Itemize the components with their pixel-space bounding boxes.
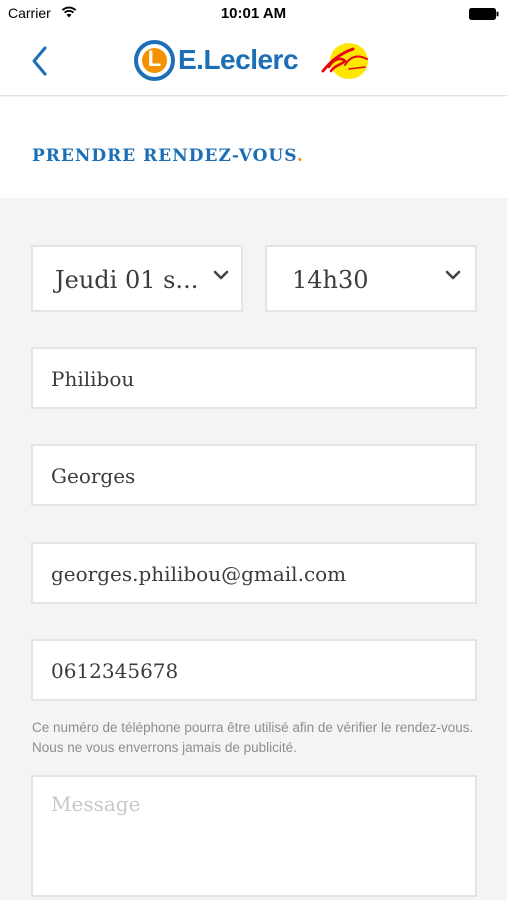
time-select-value: 14h30 [292,266,369,294]
last-name-value: Philibou [51,367,135,391]
logo-emblem: L [134,40,175,81]
time-select[interactable]: 14h30 [265,245,477,312]
page-header: PRENDRE RENDEZ-VOUS. [0,97,507,198]
page-title: PRENDRE RENDEZ-VOUS. [32,146,304,166]
chevron-down-icon [213,270,229,280]
last-name-field[interactable]: Philibou [31,347,477,409]
chevron-down-icon [445,270,461,280]
first-name-value: Georges [51,464,136,488]
phone-field[interactable]: 0612345678 [31,639,477,701]
email-value: georges.philibou@gmail.com [51,562,347,586]
chevron-left-icon [32,46,47,76]
message-placeholder: Message [51,792,141,816]
phone-value: 0612345678 [51,659,179,683]
message-field[interactable]: Message [31,775,477,897]
date-select-value: Jeudi 01 s... [55,266,199,294]
logo-text: E.Leclerc [178,44,299,75]
back-button[interactable] [26,42,56,80]
date-select[interactable]: Jeudi 01 s... [31,245,243,312]
status-bar: Carrier 10:01 AM [0,0,507,28]
email-field[interactable]: georges.philibou@gmail.com [31,542,477,604]
battery-icon [469,8,499,20]
phone-hint: Ce numéro de téléphone pourra être utili… [32,720,474,755]
first-name-field[interactable]: Georges [31,444,477,506]
leclerc-logo: L E.Leclerc [134,39,379,83]
logo-letter: L [147,46,162,71]
nav-bar: L E.Leclerc [0,28,507,96]
store-badge-icon [321,43,368,79]
status-time: 10:01 AM [220,5,287,22]
